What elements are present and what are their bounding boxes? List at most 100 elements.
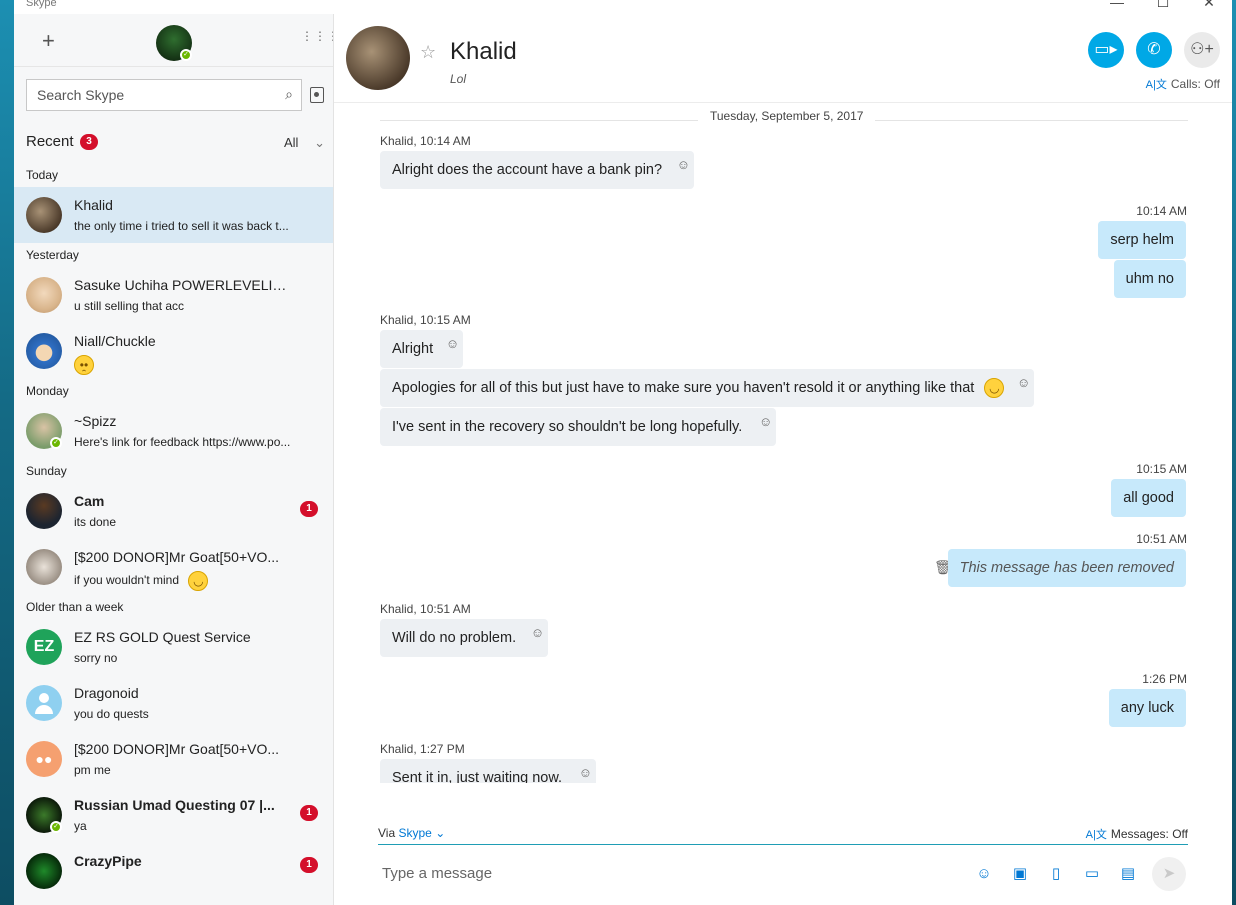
star-icon[interactable]: ☆: [420, 42, 436, 63]
group-label-monday: Monday: [26, 384, 69, 398]
chat-item-dragonoid[interactable]: Dragonoid you do quests: [14, 675, 333, 731]
message-meta: Khalid, 1:27 PM: [380, 742, 465, 756]
reaction-icon[interactable]: ☺: [1017, 375, 1030, 391]
message-text: Apologies for all of this but just have …: [392, 380, 975, 396]
contact-avatar[interactable]: [346, 26, 410, 90]
conversation-pane: ☆ Khalid Lol ▭▸ ✆ ⚇+ A|文 Calls: Off Tuesd…: [334, 14, 1232, 905]
reaction-icon[interactable]: ☺: [677, 157, 690, 173]
avatar: ✓: [26, 413, 62, 449]
avatar: [26, 493, 62, 529]
chat-preview-text: if you wouldn't mind: [74, 573, 180, 588]
message-bubble[interactable]: uhm no: [1113, 260, 1186, 298]
send-icon: ➤: [1162, 865, 1176, 882]
chat-preview: the only time i tried to sell it was bac…: [74, 219, 289, 233]
contact-mood: Lol: [450, 72, 467, 86]
calls-translator-toggle[interactable]: A|文 Calls: Off: [1146, 76, 1220, 92]
date-separator: Tuesday, September 5, 2017: [698, 109, 876, 123]
recent-filter-dropdown[interactable]: All ⌄: [284, 135, 325, 151]
add-people-button[interactable]: ⚇+: [1184, 32, 1220, 68]
chat-name: Cam: [74, 493, 105, 509]
chat-preview: u still selling that acc: [74, 299, 185, 313]
avatar: [26, 549, 62, 585]
image-icon[interactable]: ▣: [1010, 865, 1030, 883]
contact-name[interactable]: Khalid: [450, 38, 517, 66]
chat-name: EZ RS GOLD Quest Service: [74, 629, 251, 645]
chat-item-ez-rs-gold[interactable]: EZ EZ RS GOLD Quest Service sorry no: [14, 619, 333, 675]
profile-avatar[interactable]: ✓: [156, 25, 192, 61]
chat-item-niall[interactable]: Niall/Chuckle •̯•: [14, 323, 333, 379]
chat-item-mr-goat-group[interactable]: ●● [$200 DONOR]Mr Goat[50+VO... pm me: [14, 731, 333, 787]
chat-name: ~Spizz: [74, 413, 117, 429]
via-service-dropdown[interactable]: Skype ⌄: [398, 826, 445, 840]
group-label-today: Today: [26, 168, 59, 182]
chat-item-sasuke[interactable]: Sasuke Uchiha POWERLEVELIN... u still se…: [14, 267, 333, 323]
avatar: [26, 333, 62, 369]
translate-icon: A|文: [1085, 829, 1107, 841]
smile-emoji-icon: ◡: [984, 378, 1005, 399]
chat-name: Russian Umad Questing 07 |...: [74, 797, 275, 813]
message-meta: 10:14 AM: [1136, 204, 1187, 218]
message-bubble-removed[interactable]: This message has been removed: [947, 549, 1186, 587]
reaction-icon[interactable]: ☺: [446, 336, 459, 352]
minimize-icon[interactable]: —: [1094, 0, 1140, 10]
message-bubble[interactable]: any luck: [1108, 689, 1186, 727]
emoticon-icon[interactable]: ☺: [974, 865, 994, 883]
unread-badge: 1: [300, 501, 318, 517]
translate-icon: A|文: [1145, 79, 1167, 91]
compose-bar: ☺ ▣ ▯ ▭ ▤ ➤: [378, 844, 1188, 900]
chat-item-spizz[interactable]: ✓ ~Spizz Here's link for feedback https:…: [14, 403, 333, 459]
calls-label: Calls: Off: [1170, 77, 1220, 91]
video-message-icon[interactable]: ▭: [1082, 865, 1102, 883]
video-call-button[interactable]: ▭▸: [1088, 32, 1124, 68]
reaction-icon[interactable]: ☺: [579, 765, 592, 781]
contacts-book-icon[interactable]: [310, 87, 324, 103]
message-text: Sent it in, just waiting now.: [392, 770, 563, 783]
message-meta: Khalid, 10:14 AM: [380, 134, 471, 148]
search-icon[interactable]: ⌕: [285, 86, 293, 103]
phone-icon: ✆: [1147, 41, 1161, 58]
chat-item-crazypipe[interactable]: CrazyPipe 1: [14, 843, 333, 899]
chat-item-cam[interactable]: Cam its done 1: [14, 483, 333, 539]
chat-name: CrazyPipe: [74, 853, 142, 869]
message-bubble[interactable]: Sent it in, just waiting now. ☺: [380, 759, 597, 783]
message-text: Will do no problem.: [392, 630, 517, 646]
maximize-icon[interactable]: ☐: [1140, 0, 1186, 11]
video-camera-icon: ▭▸: [1094, 41, 1118, 58]
message-bubble[interactable]: Alright ☺: [380, 330, 464, 368]
audio-call-button[interactable]: ✆: [1136, 32, 1172, 68]
skype-window: Skype — ☐ ✕ + ✓ ⋮⋮⋮ ⌕ Recent 3 All ⌄ Tod…: [14, 0, 1232, 905]
chat-preview: you do quests: [74, 707, 149, 721]
plus-icon[interactable]: +: [42, 28, 55, 54]
chat-item-russian-umad[interactable]: ✓ Russian Umad Questing 07 |... ya 1: [14, 787, 333, 843]
file-icon[interactable]: ▯: [1046, 865, 1066, 883]
message-bubble[interactable]: Will do no problem. ☺: [380, 619, 549, 657]
message-bubble[interactable]: all good: [1111, 479, 1186, 517]
message-bubble[interactable]: Apologies for all of this but just have …: [380, 369, 1035, 407]
close-icon[interactable]: ✕: [1186, 0, 1232, 11]
messages-translator-toggle[interactable]: A|文 Messages: Off: [1086, 826, 1188, 842]
avatar: EZ: [26, 629, 62, 665]
chat-name: Dragonoid: [74, 685, 139, 701]
reaction-icon[interactable]: ☺: [531, 625, 544, 641]
presence-online-icon: ✓: [50, 437, 62, 449]
sidebar-top-bar: + ✓ ⋮⋮⋮: [14, 14, 333, 67]
send-button[interactable]: ➤: [1152, 857, 1186, 891]
chevron-down-icon: ⌄: [435, 826, 446, 840]
message-bubble[interactable]: Alright does the account have a bank pin…: [380, 151, 695, 189]
reaction-icon[interactable]: ☺: [759, 414, 772, 430]
message-text: any luck: [1120, 700, 1174, 716]
message-bubble[interactable]: I've sent in the recovery so shouldn't b…: [380, 408, 777, 446]
dialpad-icon[interactable]: ⋮⋮⋮: [301, 30, 333, 42]
message-input[interactable]: [382, 859, 942, 887]
chat-item-mr-goat[interactable]: [$200 DONOR]Mr Goat[50+VO... if you woul…: [14, 539, 333, 595]
message-list: Tuesday, September 5, 2017 Khalid, 10:14…: [334, 103, 1232, 783]
avatar: [26, 197, 62, 233]
message-text: Alright does the account have a bank pin…: [392, 162, 663, 178]
contact-card-icon[interactable]: ▤: [1118, 865, 1138, 883]
chat-item-khalid[interactable]: Khalid the only time i tried to sell it …: [14, 187, 333, 243]
search-input[interactable]: [27, 80, 267, 110]
search-box[interactable]: ⌕: [26, 79, 302, 111]
message-text: uhm no: [1125, 271, 1174, 287]
filter-label: All: [284, 135, 299, 150]
message-bubble[interactable]: serp helm: [1098, 221, 1186, 259]
